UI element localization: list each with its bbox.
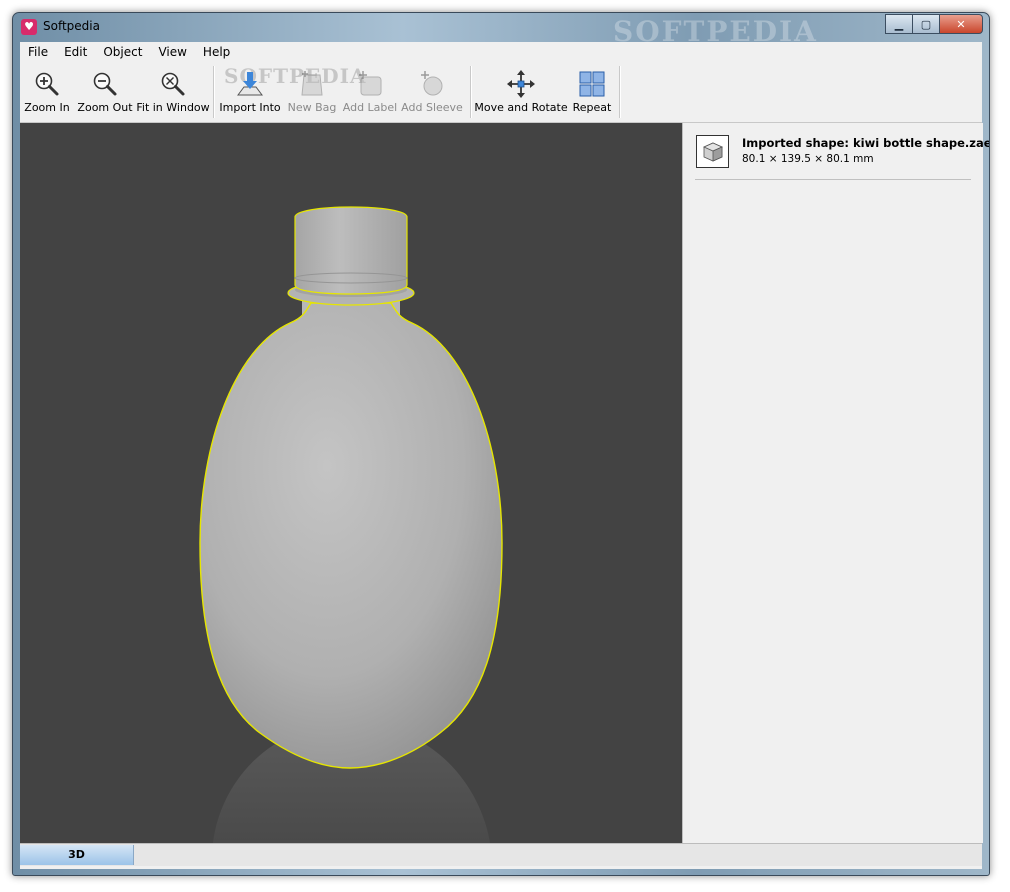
add-label-icon bbox=[354, 68, 386, 100]
bottle-cap bbox=[294, 206, 408, 295]
add-label-label: Add Label bbox=[342, 101, 398, 114]
import-into-button[interactable]: Import Into bbox=[219, 62, 281, 122]
zoom-in-label: Zoom In bbox=[24, 101, 70, 114]
bottle-render[interactable] bbox=[20, 123, 682, 843]
3d-viewport[interactable] bbox=[20, 123, 682, 843]
zoom-out-label: Zoom Out bbox=[77, 101, 133, 114]
shape-dimensions: 80.1 × 139.5 × 80.1 mm bbox=[742, 153, 874, 165]
maximize-button[interactable]: ▢ bbox=[912, 14, 940, 34]
add-sleeve-label: Add Sleeve bbox=[401, 101, 463, 114]
new-bag-button[interactable]: New Bag bbox=[286, 62, 338, 122]
app-heart-icon[interactable]: ♥ bbox=[21, 19, 37, 35]
add-sleeve-button[interactable]: Add Sleeve bbox=[401, 62, 463, 122]
minimize-button[interactable]: ▁ bbox=[885, 14, 913, 34]
zoom-out-icon bbox=[89, 68, 121, 100]
properties-panel: Imported shape: kiwi bottle shape.zae 80… bbox=[682, 123, 989, 843]
fit-window-icon bbox=[157, 68, 189, 100]
shape-title: Imported shape: kiwi bottle shape.zae bbox=[742, 136, 990, 150]
title-bar[interactable]: SOFTPEDIA ♥ Softpedia ▁ ▢ ✕ bbox=[13, 13, 989, 48]
new-bag-label: New Bag bbox=[287, 101, 337, 114]
import-icon bbox=[234, 68, 266, 100]
move-rotate-icon bbox=[505, 68, 537, 100]
menu-view[interactable]: View bbox=[150, 42, 194, 62]
repeat-icon bbox=[576, 68, 608, 100]
repeat-label: Repeat bbox=[572, 101, 612, 114]
toolbar-separator bbox=[619, 66, 621, 118]
bottle-body bbox=[199, 302, 503, 769]
window-controls: ▁ ▢ ✕ bbox=[885, 14, 983, 34]
panel-divider bbox=[695, 179, 971, 180]
menu-object[interactable]: Object bbox=[95, 42, 150, 62]
add-label-button[interactable]: Add Label bbox=[342, 62, 398, 122]
cube-icon bbox=[696, 135, 729, 168]
fit-window-label: Fit in Window bbox=[136, 101, 210, 114]
menu-bar: File Edit Object View Help bbox=[20, 42, 982, 62]
client-area: File Edit Object View Help SOFTPEDIA Zoo… bbox=[20, 42, 989, 869]
repeat-button[interactable]: Repeat bbox=[570, 62, 614, 122]
tab-3d[interactable]: 3D bbox=[20, 845, 134, 865]
move-rotate-label: Move and Rotate bbox=[474, 101, 568, 114]
menu-edit[interactable]: Edit bbox=[56, 42, 95, 62]
toolbar: SOFTPEDIA Zoom In Zoom Out Fit in Window bbox=[20, 62, 982, 123]
move-rotate-button[interactable]: Move and Rotate bbox=[474, 62, 568, 122]
application-window: SOFTPEDIA ♥ Softpedia ▁ ▢ ✕ File Edit Ob… bbox=[12, 12, 990, 876]
add-sleeve-icon bbox=[416, 68, 448, 100]
fit-window-button[interactable]: Fit in Window bbox=[136, 62, 210, 122]
zoom-in-button[interactable]: Zoom In bbox=[24, 62, 70, 122]
window-title: Softpedia bbox=[43, 19, 100, 33]
close-button[interactable]: ✕ bbox=[939, 14, 983, 34]
toolbar-separator bbox=[213, 66, 215, 118]
new-bag-icon bbox=[296, 68, 328, 100]
menu-file[interactable]: File bbox=[20, 42, 56, 62]
menu-help[interactable]: Help bbox=[195, 42, 238, 62]
zoom-out-button[interactable]: Zoom Out bbox=[77, 62, 133, 122]
zoom-in-icon bbox=[31, 68, 63, 100]
status-bar: 3D bbox=[20, 843, 982, 866]
toolbar-separator bbox=[470, 66, 472, 118]
import-into-label: Import Into bbox=[219, 101, 281, 114]
